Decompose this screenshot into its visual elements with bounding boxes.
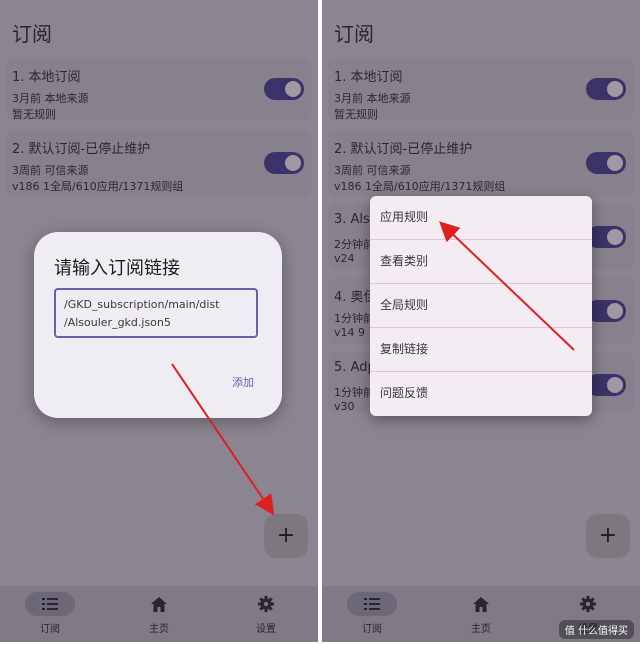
- subscription-meta: 1分钟前: [334, 386, 374, 399]
- subscription-rules: v186 1全局/610应用/1371规则组: [12, 180, 184, 193]
- dialog-title: 请输入订阅链接: [54, 258, 180, 279]
- list-icon: [25, 592, 75, 616]
- subscription-rules: v14 9: [334, 326, 366, 339]
- subscription-url-dialog: 请输入订阅链接 /GKD_subscription/main/dist /Als…: [34, 232, 282, 418]
- subscription-card[interactable]: 1. 本地订阅 3月前 本地来源 暂无规则: [6, 58, 312, 121]
- subscription-rules: v30: [334, 400, 355, 413]
- bottom-nav: 订阅 主页 设置: [0, 586, 318, 642]
- menu-item-app-rules[interactable]: 应用规则: [370, 196, 592, 240]
- subscription-url-input[interactable]: /GKD_subscription/main/dist /Alsouler_gk…: [54, 288, 258, 338]
- url-line-2: /Alsouler_gkd.json5: [64, 316, 171, 329]
- context-menu: 应用规则 查看类别 全局规则 复制链接 问题反馈: [370, 196, 592, 416]
- add-subscription-fab[interactable]: +: [586, 514, 630, 558]
- nav-item-subscriptions[interactable]: 订阅: [332, 592, 412, 635]
- subscription-toggle[interactable]: [586, 78, 626, 100]
- subscription-toggle[interactable]: [264, 78, 304, 100]
- subscription-meta: 3月前 本地来源: [12, 92, 89, 105]
- home-icon: [134, 592, 184, 616]
- subscription-name: 1. 本地订阅: [334, 70, 403, 85]
- nav-label: 主页: [471, 624, 491, 635]
- subscription-toggle[interactable]: [586, 226, 626, 248]
- subscription-toggle[interactable]: [586, 300, 626, 322]
- subscription-name: 2. 默认订阅-已停止维护: [12, 142, 151, 157]
- subscription-toggle[interactable]: [264, 152, 304, 174]
- nav-label: 设置: [256, 624, 276, 635]
- list-icon: [347, 592, 397, 616]
- subscription-card[interactable]: 2. 默认订阅-已停止维护 3周前 可信来源 v186 1全局/610应用/13…: [6, 130, 312, 196]
- nav-label: 主页: [149, 624, 169, 635]
- home-icon: [456, 592, 506, 616]
- url-line-1: /GKD_subscription/main/dist: [64, 298, 220, 311]
- page-title: 订阅: [334, 22, 374, 46]
- subscription-card[interactable]: 2. 默认订阅-已停止维护 3周前 可信来源 v186 1全局/610应用/13…: [328, 130, 634, 196]
- nav-label: 订阅: [40, 624, 60, 635]
- subscription-toggle[interactable]: [586, 374, 626, 396]
- menu-item-view-categories[interactable]: 查看类别: [370, 240, 592, 284]
- right-screen: 订阅 1. 本地订阅 3月前 本地来源 暂无规则 2. 默认订阅-已停止维护 3…: [322, 0, 640, 642]
- subscription-card[interactable]: 1. 本地订阅 3月前 本地来源 暂无规则: [328, 58, 634, 121]
- nav-item-home[interactable]: 主页: [441, 592, 521, 635]
- menu-item-copy-link[interactable]: 复制链接: [370, 328, 592, 372]
- nav-item-settings[interactable]: 设置: [226, 592, 306, 635]
- subscription-rules: v24: [334, 252, 355, 265]
- subscription-rules: 暂无规则: [334, 108, 378, 121]
- page-title: 订阅: [12, 22, 52, 46]
- subscription-name: 1. 本地订阅: [12, 70, 81, 85]
- subscription-toggle[interactable]: [586, 152, 626, 174]
- subscription-meta: 2分钟前: [334, 238, 374, 251]
- subscription-meta: 1分钟前: [334, 312, 374, 325]
- subscription-name: 2. 默认订阅-已停止维护: [334, 142, 473, 157]
- nav-item-subscriptions[interactable]: 订阅: [10, 592, 90, 635]
- menu-item-feedback[interactable]: 问题反馈: [370, 372, 592, 415]
- menu-item-global-rules[interactable]: 全局规则: [370, 284, 592, 328]
- left-screen: 订阅 1. 本地订阅 3月前 本地来源 暂无规则 2. 默认订阅-已停止维护 3…: [0, 0, 318, 642]
- subscription-meta: 3周前 可信来源: [12, 164, 89, 177]
- gear-icon: [241, 592, 291, 616]
- subscription-rules: 暂无规则: [12, 108, 56, 121]
- gear-icon: [563, 592, 613, 616]
- add-button[interactable]: 添加: [232, 374, 254, 390]
- subscription-meta: 3月前 本地来源: [334, 92, 411, 105]
- add-subscription-fab[interactable]: +: [264, 514, 308, 558]
- subscription-rules: v186 1全局/610应用/1371规则组: [334, 180, 506, 193]
- subscription-meta: 3周前 可信来源: [334, 164, 411, 177]
- nav-item-home[interactable]: 主页: [119, 592, 199, 635]
- watermark: 值 什么值得买: [558, 620, 634, 639]
- nav-label: 订阅: [362, 624, 382, 635]
